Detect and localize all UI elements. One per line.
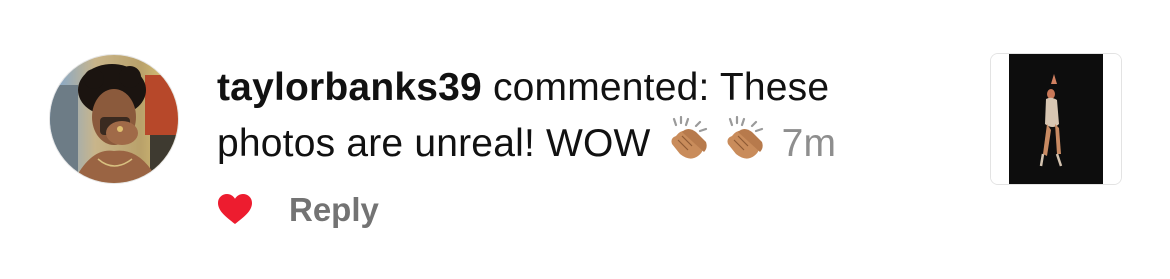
post-thumbnail[interactable] [990,53,1122,185]
heart-icon[interactable] [217,193,253,225]
timestamp: 7m [781,122,837,165]
clapping-hands-icon [666,115,712,162]
username-link[interactable]: taylorbanks39 [217,66,482,109]
clapping-hands-icon [722,115,768,162]
reply-button[interactable]: Reply [289,188,379,232]
comment-notification-row[interactable]: taylorbanks39 commented: These photos ar… [0,0,1170,279]
avatar[interactable] [49,54,179,184]
comment-text: taylorbanks39 commented: These photos ar… [217,60,937,172]
